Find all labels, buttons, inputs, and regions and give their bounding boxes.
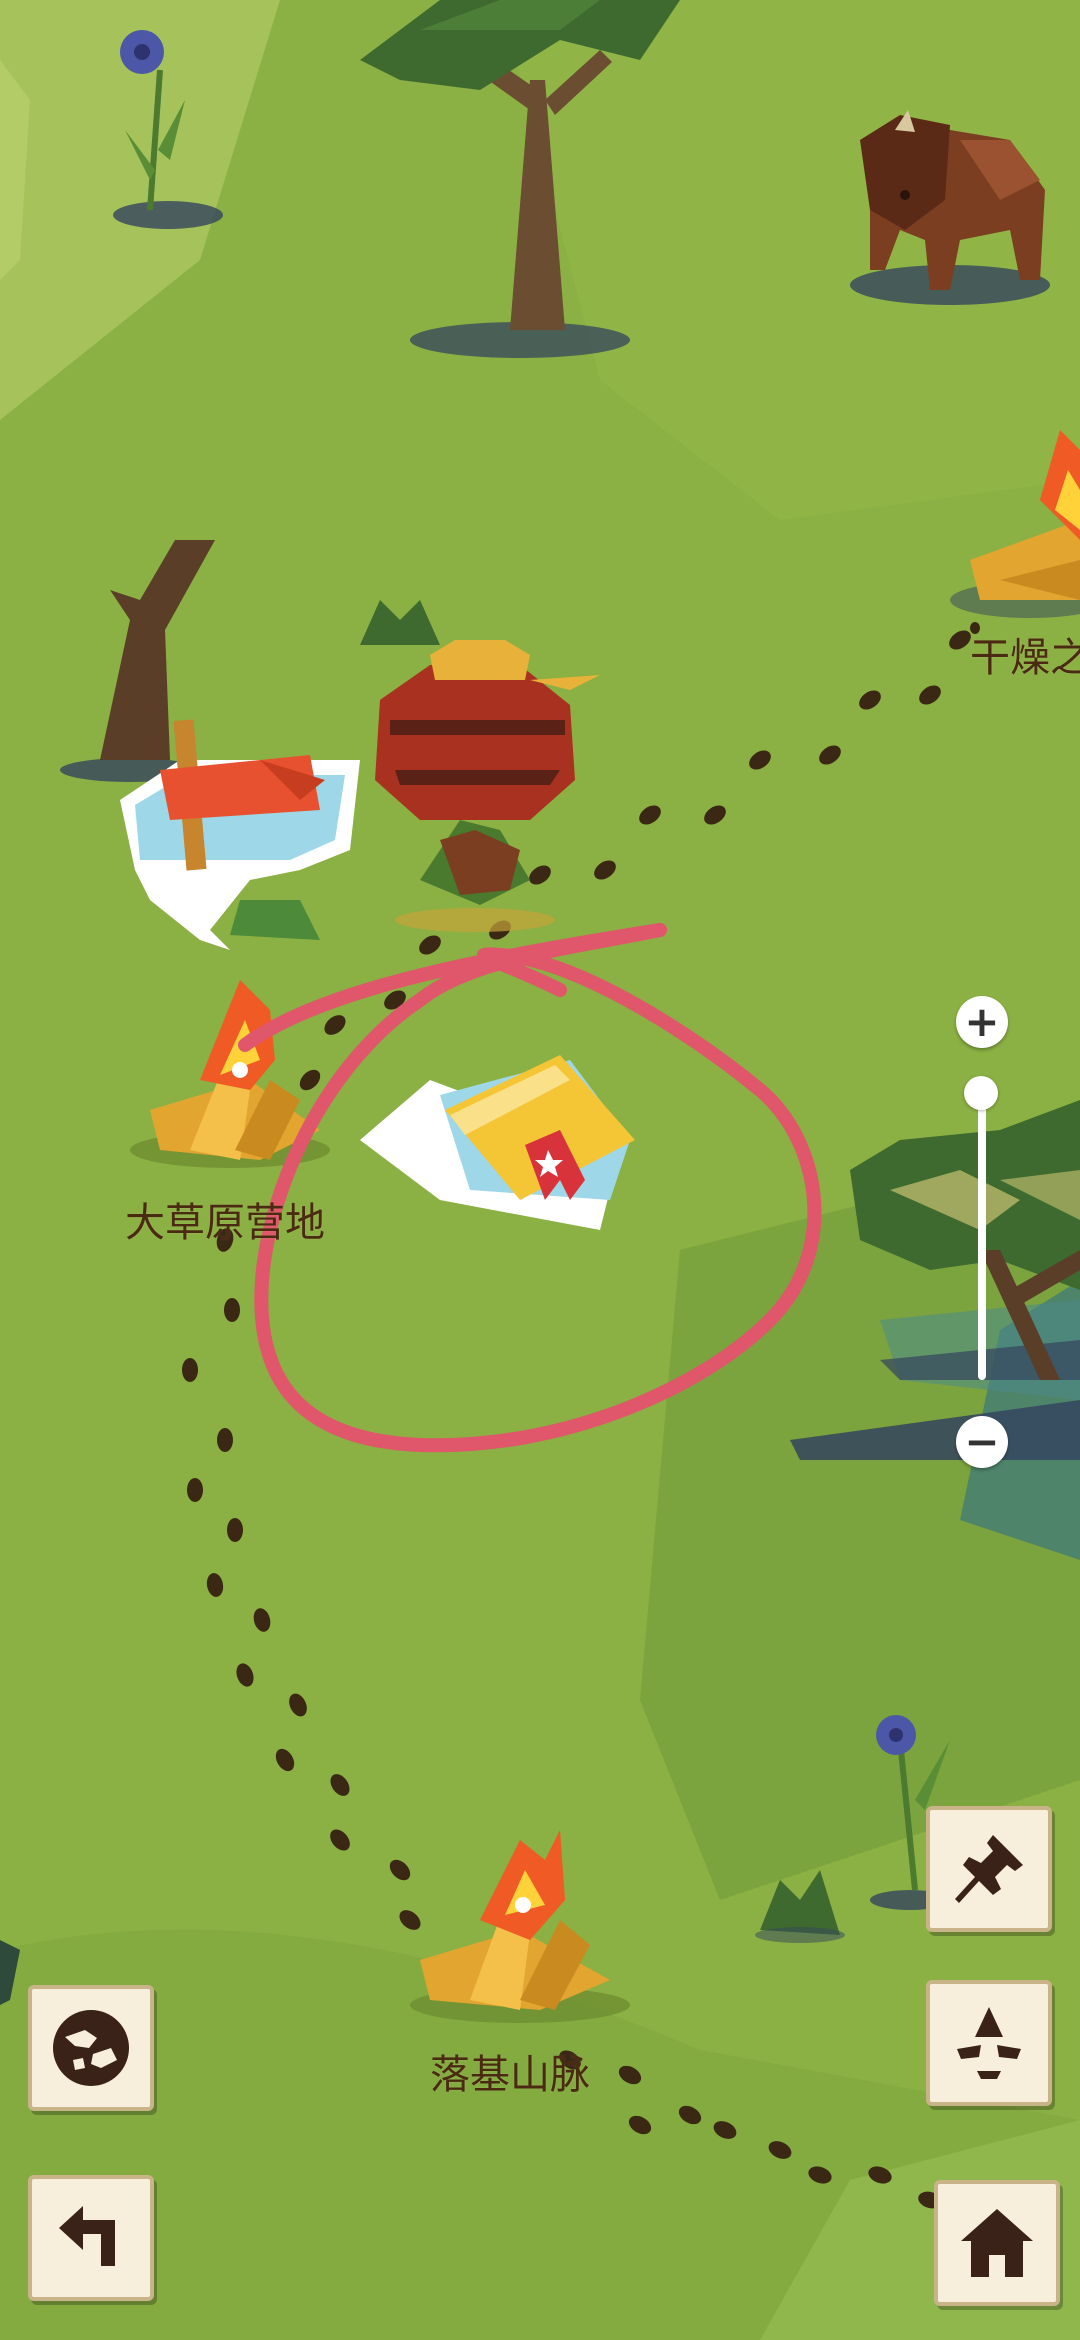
pin-button[interactable] [926, 1806, 1052, 1932]
world-map-button[interactable] [28, 1985, 154, 2111]
zoom-slider-track[interactable] [978, 1080, 986, 1380]
campsite-label-grassland: 大草原营地 [125, 1200, 325, 1246]
zoom-in-button[interactable]: + [956, 996, 1008, 1048]
map-canvas[interactable] [0, 0, 1080, 2340]
home-icon [961, 2209, 1033, 2277]
back-arrow-icon [59, 2206, 115, 2266]
center-location-icon [957, 2007, 1021, 2079]
pin-icon [955, 1835, 1023, 1903]
world-map-icon [53, 2010, 129, 2086]
zoom-slider-thumb[interactable] [964, 1076, 998, 1110]
campsite-label-dry-land: 干燥之 [970, 635, 1080, 681]
center-location-button[interactable] [926, 1980, 1052, 2106]
game-map-screen[interactable]: 干燥之 大草原营地 落基山脉 + − [0, 0, 1080, 2340]
back-button[interactable] [28, 2175, 154, 2301]
zoom-out-button[interactable]: − [956, 1416, 1008, 1468]
campsite-label-rocky-mountains: 落基山脉 [430, 2052, 590, 2098]
home-button[interactable] [934, 2180, 1060, 2306]
